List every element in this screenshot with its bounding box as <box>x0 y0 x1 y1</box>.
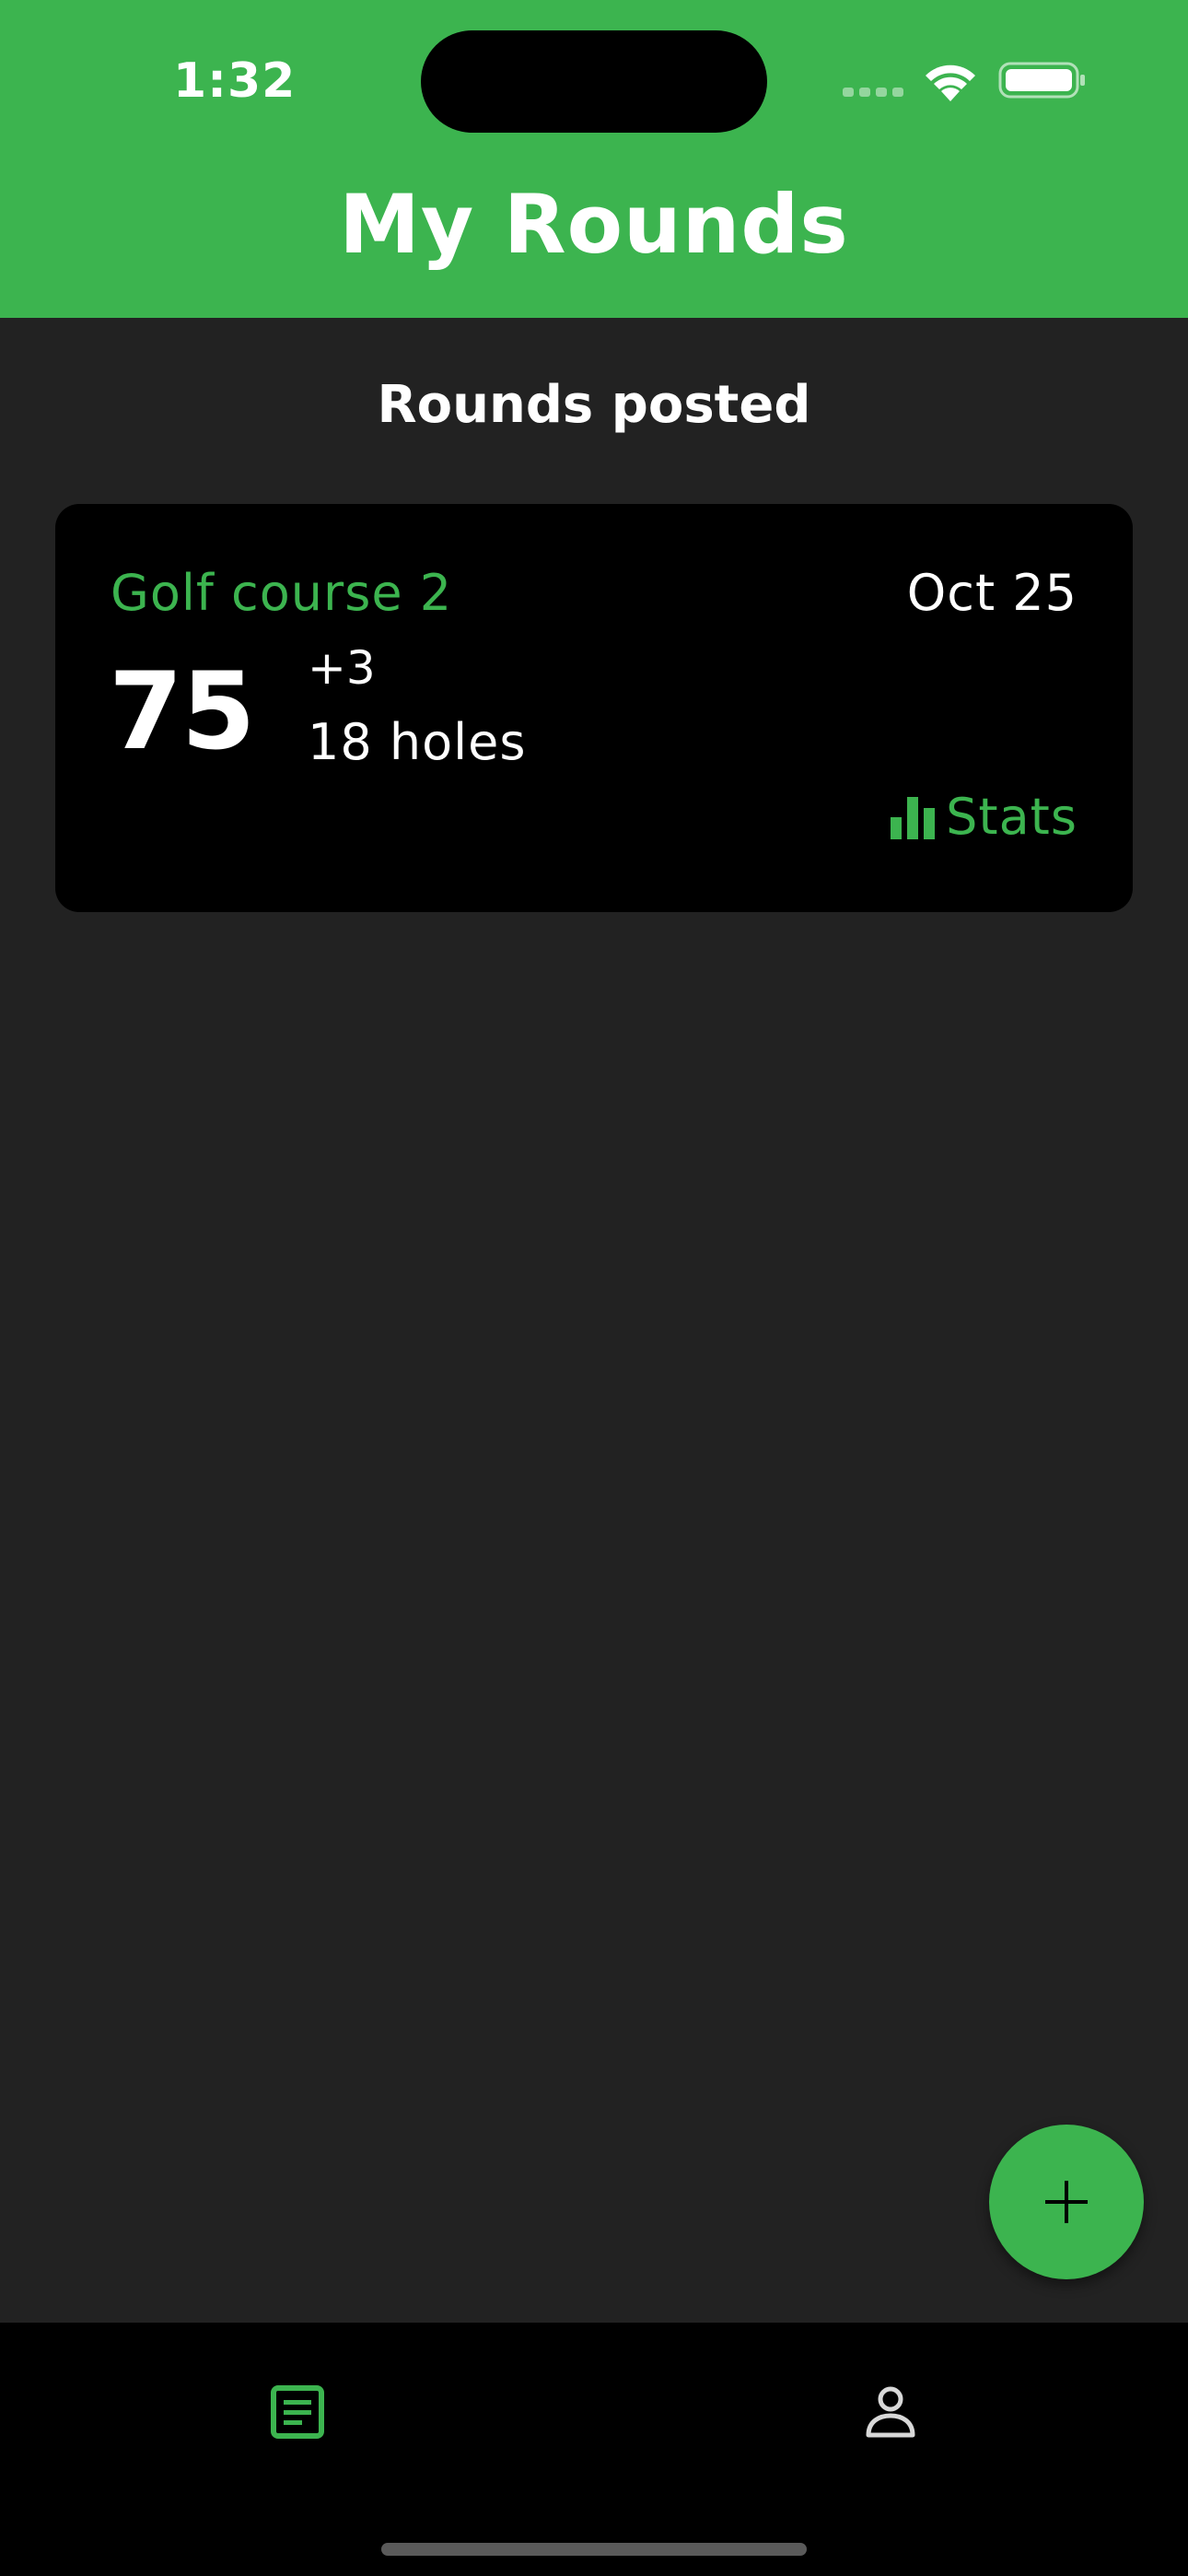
home-indicator[interactable] <box>381 2543 807 2556</box>
round-score: 75 <box>109 650 255 774</box>
page-title: My Rounds <box>339 177 849 272</box>
nav-tab-rounds[interactable] <box>247 2361 348 2463</box>
plus-icon <box>1045 2181 1088 2223</box>
dynamic-island <box>421 30 767 133</box>
person-icon <box>866 2386 915 2438</box>
holes-count: 18 holes <box>308 713 527 771</box>
wifi-icon <box>926 64 975 101</box>
round-date: Oct 25 <box>906 564 1077 622</box>
stats-label: Stats <box>946 788 1077 846</box>
status-time: 1:32 <box>173 53 297 109</box>
bottom-nav <box>0 2323 1188 2576</box>
round-card[interactable]: Golf course 2 Oct 25 75 +3 18 holes Stat… <box>55 504 1133 912</box>
course-name: Golf course 2 <box>111 564 453 622</box>
stats-button[interactable]: Stats <box>889 790 1077 845</box>
signal-icon <box>843 88 905 99</box>
app-screen: 1:32 My Rounds Rounds posted Golf course… <box>0 0 1188 2576</box>
bar-chart-icon <box>891 797 936 839</box>
nav-tab-profile[interactable] <box>840 2361 941 2463</box>
score-to-par: +3 <box>308 641 376 695</box>
battery-icon <box>998 62 1085 99</box>
document-icon <box>271 2385 324 2439</box>
add-round-button[interactable] <box>989 2125 1144 2279</box>
section-heading: Rounds posted <box>377 375 811 435</box>
app-header: 1:32 My Rounds <box>0 0 1188 318</box>
